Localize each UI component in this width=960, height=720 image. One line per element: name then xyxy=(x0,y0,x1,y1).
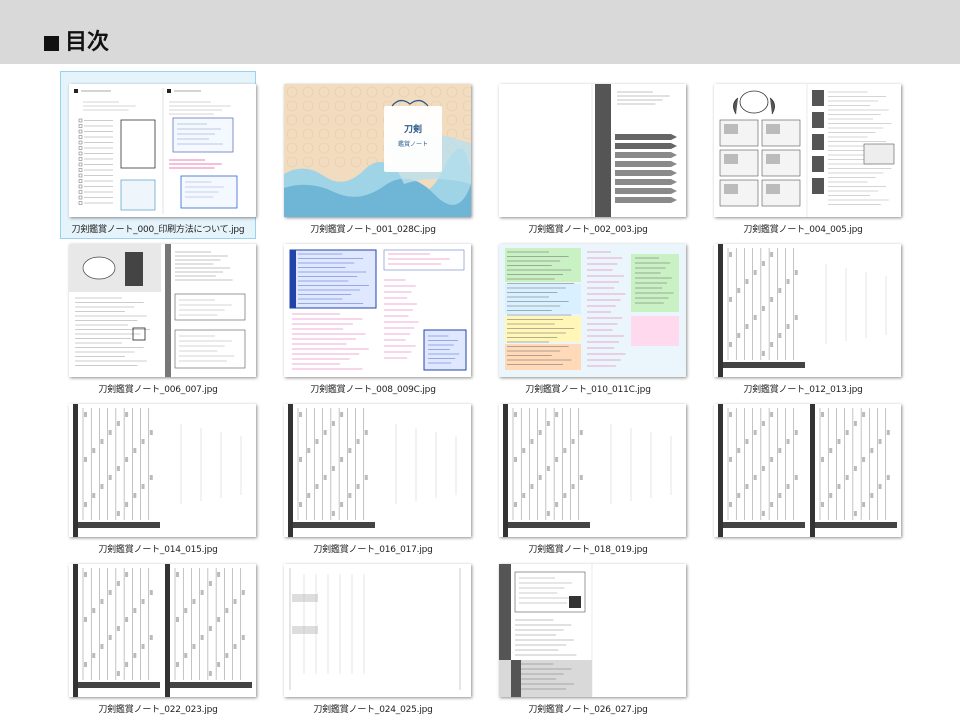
svg-text:刀剣: 刀剣 xyxy=(404,123,422,135)
file-thumbnail-item[interactable]: 刀剣鑑賞ノート_006_007.jpg xyxy=(60,231,256,399)
file-thumbnail-item[interactable]: 刀剣鑑賞ノート_018_019.jpg xyxy=(490,391,686,559)
page-preview-image[interactable] xyxy=(284,564,471,697)
file-thumbnail-item[interactable]: 刀剣鑑賞ノート_004_005.jpg xyxy=(705,71,901,239)
page-preview-image[interactable] xyxy=(284,244,471,377)
page-preview-image[interactable] xyxy=(69,564,256,697)
file-name-label[interactable]: 刀剣鑑賞ノート_026_027.jpg xyxy=(490,702,686,715)
page-preview-image[interactable] xyxy=(714,244,901,377)
page-preview-graphic xyxy=(69,244,256,377)
svg-text:鑑賞ノート: 鑑賞ノート xyxy=(398,140,428,148)
file-thumbnail-item[interactable]: 刀剣鑑賞ノート_002_003.jpg xyxy=(490,71,686,239)
page-preview-graphic xyxy=(499,244,686,377)
page-preview-image[interactable] xyxy=(499,564,686,697)
page-preview-graphic xyxy=(714,244,901,377)
page-preview-image[interactable] xyxy=(69,244,256,377)
page-preview-graphic xyxy=(284,244,471,377)
page-preview-graphic xyxy=(284,564,471,697)
page-preview-graphic xyxy=(499,564,686,697)
file-thumbnail-item[interactable]: 刀剣鑑賞ノート_008_009C.jpg xyxy=(275,231,471,399)
file-thumbnail-item[interactable] xyxy=(705,391,901,559)
page-preview-image[interactable] xyxy=(714,404,901,537)
file-thumbnail-item[interactable]: 刀剣鑑賞ノート_012_013.jpg xyxy=(705,231,901,399)
page-preview-graphic xyxy=(69,84,256,217)
file-thumbnail-item[interactable]: 刀剣鑑賞ノート_000_印刷方法について.jpg xyxy=(60,71,256,239)
file-thumbnail-item[interactable]: 刀剣鑑賞ノート_014_015.jpg xyxy=(60,391,256,559)
page-preview-graphic xyxy=(499,84,686,217)
file-thumbnail-item[interactable]: 刀剣鑑賞ノート_022_023.jpg xyxy=(60,551,256,719)
thumbnail-grid: 刀剣鑑賞ノート_000_印刷方法について.jpg 刀剣 鑑賞ノート 刀剣鑑賞ノート_0… xyxy=(0,0,960,720)
file-thumbnail-item[interactable]: 刀剣鑑賞ノート_010_011C.jpg xyxy=(490,231,686,399)
file-thumbnail-item[interactable]: 刀剣鑑賞ノート_024_025.jpg xyxy=(275,551,471,719)
page-preview-graphic xyxy=(499,404,686,537)
page-preview-graphic xyxy=(714,404,901,537)
page-preview-graphic xyxy=(69,564,256,697)
page-preview-image[interactable] xyxy=(499,244,686,377)
page-preview-image[interactable] xyxy=(499,84,686,217)
page-preview-image[interactable] xyxy=(69,84,256,217)
page-preview-image[interactable]: 刀剣 鑑賞ノート xyxy=(284,84,471,217)
page-preview-image[interactable] xyxy=(714,84,901,217)
file-thumbnail-item[interactable]: 刀剣鑑賞ノート_026_027.jpg xyxy=(490,551,686,719)
page-preview-graphic xyxy=(284,404,471,537)
page-preview-image[interactable] xyxy=(69,404,256,537)
page-preview-image[interactable] xyxy=(499,404,686,537)
file-thumbnail-item[interactable]: 刀剣 鑑賞ノート 刀剣鑑賞ノート_001_028C.jpg xyxy=(275,71,471,239)
file-name-label[interactable]: 刀剣鑑賞ノート_024_025.jpg xyxy=(275,702,471,715)
page-preview-graphic: 刀剣鑑賞ノート xyxy=(284,84,471,217)
page-preview-image[interactable] xyxy=(284,404,471,537)
file-name-label[interactable]: 刀剣鑑賞ノート_022_023.jpg xyxy=(60,702,256,715)
file-thumbnail-item[interactable]: 刀剣鑑賞ノート_016_017.jpg xyxy=(275,391,471,559)
page-preview-graphic xyxy=(714,84,901,217)
page-preview-graphic xyxy=(69,404,256,537)
